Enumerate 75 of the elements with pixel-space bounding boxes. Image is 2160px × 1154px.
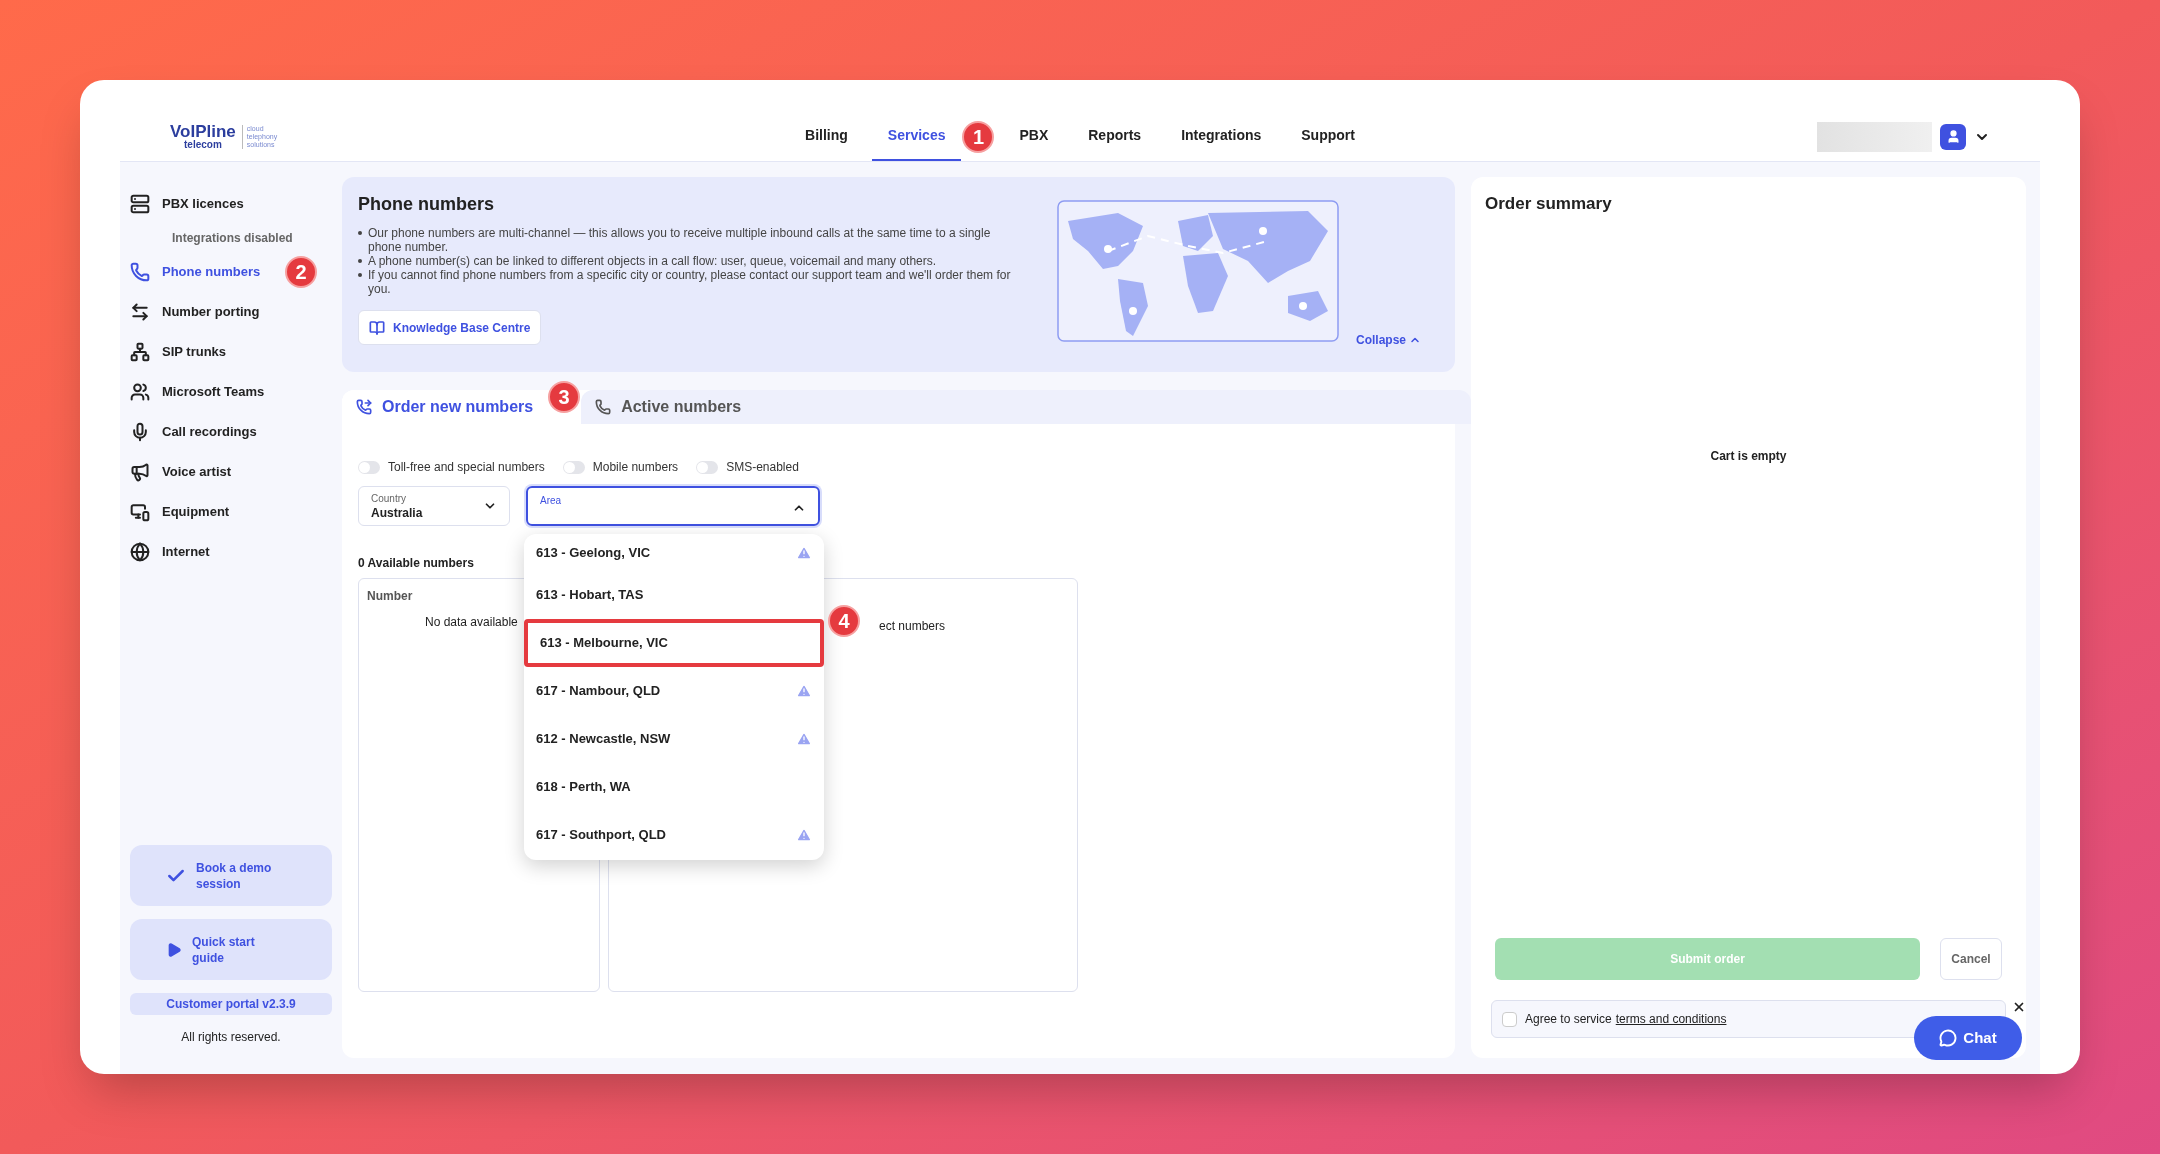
server-icon	[130, 194, 150, 214]
dropdown-option[interactable]: 613 - Melbourne, VIC	[524, 619, 824, 667]
panel-title: Order summary	[1485, 193, 1613, 215]
bullet-icon	[358, 273, 362, 277]
chat-icon	[1939, 1029, 1958, 1047]
chat-button[interactable]: Chat	[1914, 1016, 2022, 1060]
filter-label: SMS-enabled	[726, 459, 799, 476]
toggle-switch[interactable]	[562, 460, 585, 474]
sidebar-item[interactable]: Microsoft Teams	[130, 382, 265, 402]
filter-label: Mobile numbers	[592, 459, 679, 476]
dropdown-option[interactable]: 613 - Geelong, VIC	[524, 535, 824, 571]
sidebar-note: Integrations disabled	[171, 230, 294, 247]
nav-tab[interactable]: Integrations	[1165, 112, 1278, 161]
network-icon	[130, 342, 150, 362]
sidebar-item[interactable]: SIP trunks	[130, 342, 227, 362]
phone-icon	[595, 399, 612, 415]
step-badge: 2	[285, 256, 317, 288]
promo-card[interactable]: Quick start guide	[130, 919, 332, 980]
dropdown-option[interactable]: 618 - Perth, WA	[524, 763, 824, 811]
close-icon[interactable]	[2012, 1000, 2026, 1014]
sidebar-item[interactable]: Call recordings	[130, 422, 257, 442]
nav-tab[interactable]: Reports	[1072, 112, 1158, 161]
sidebar-item[interactable]: Internet	[130, 542, 210, 562]
phone-icon	[130, 262, 150, 282]
sidebar-item[interactable]: Equipment	[130, 502, 230, 522]
globe-icon	[130, 542, 150, 562]
step-badge: 4	[828, 605, 860, 637]
book-icon	[369, 319, 385, 336]
version-label: Customer portal v2.3.9	[130, 993, 332, 1015]
sidebar-item[interactable]: PBX licences	[130, 194, 244, 214]
user-button[interactable]	[1940, 123, 1966, 150]
sidebar-item[interactable]: Voice artist	[130, 462, 232, 482]
toggle-switch[interactable]	[696, 460, 719, 474]
promo-card[interactable]: Book a demo session	[130, 845, 332, 906]
toggle-switch[interactable]	[358, 460, 380, 474]
sidebar-item[interactable]: Phone numbers	[130, 262, 261, 282]
nav-tab[interactable]: PBX	[1003, 112, 1065, 161]
collapse-link[interactable]: Collapse	[1356, 331, 1421, 349]
area-select[interactable]: Area	[526, 486, 820, 526]
devices-icon	[130, 502, 150, 522]
nav-tab[interactable]: Support	[1285, 112, 1371, 161]
cancel-button[interactable]: Cancel	[1940, 938, 2002, 980]
panel-text: ect numbers	[879, 619, 946, 633]
bullet-icon	[358, 231, 362, 235]
user-icon	[1945, 129, 1961, 144]
checkbox[interactable]	[1502, 1011, 1517, 1027]
info-text: If you cannot find phone numbers from a specific city or country, please contact our support team and we'll order them for you.	[368, 268, 1012, 296]
filter-label: Toll-free and special numbers	[388, 459, 545, 476]
step-badge: 1	[962, 120, 995, 153]
terms-link[interactable]: terms and conditions	[1615, 1010, 1727, 1028]
people-icon	[130, 382, 150, 402]
dropdown-option[interactable]: 612 - Newcastle, NSW	[524, 715, 824, 763]
rights-text: All rights reserved.	[180, 1029, 282, 1046]
sidebar-item[interactable]: Number porting	[130, 302, 260, 322]
empty-text: No data available	[425, 614, 518, 631]
dropdown-option[interactable]: 613 - Hobart, TAS	[524, 571, 824, 619]
nav-tab[interactable]: Billing	[789, 112, 864, 161]
column-header: Number	[367, 588, 413, 605]
microphone-icon	[130, 422, 150, 442]
country-select[interactable]: Country Australia	[358, 486, 510, 526]
play-icon	[166, 941, 182, 958]
terms-label: Agree to service terms and conditions	[1525, 1010, 1727, 1028]
info-text: Our phone numbers are multi-channel — this allows you to receive multiple inbound calls at the same time to a single phone number.	[368, 226, 992, 254]
info-text: A phone number(s) can be linked to different objects in a call flow: user, queue, voicemail and many others.	[368, 254, 937, 268]
arrows-icon	[130, 302, 150, 322]
dropdown-option[interactable]: 617 - Southport, QLD	[524, 811, 824, 859]
phone-plus-icon	[356, 399, 372, 415]
step-badge: 3	[548, 381, 581, 413]
knowledge-base-button[interactable]: Knowledge Base Centre	[358, 310, 542, 345]
megaphone-icon	[130, 462, 150, 482]
empty-cart-text: Cart is empty	[1710, 447, 1787, 465]
tab[interactable]: Active numbers	[581, 390, 1472, 424]
panel-title: Phone numbers	[358, 193, 496, 216]
bullet-icon	[358, 259, 362, 263]
dropdown-option[interactable]: 617 - Nambour, QLD	[524, 667, 824, 715]
